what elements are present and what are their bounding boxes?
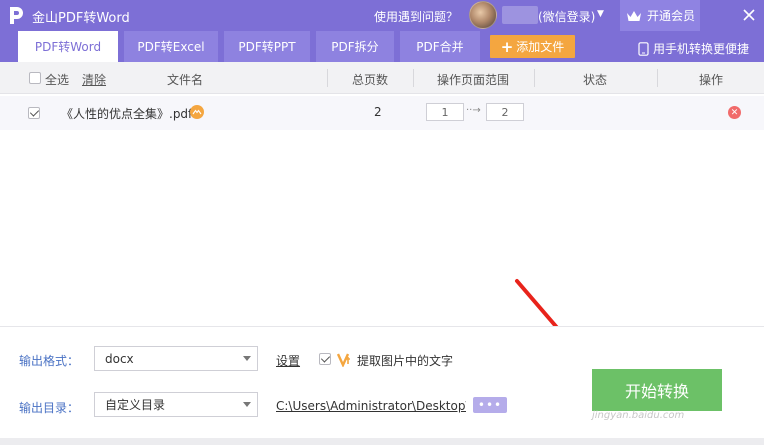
tab-pdf-merge[interactable]: PDF合并 — [400, 31, 480, 62]
chevron-down-icon[interactable]: ▼ — [597, 9, 604, 19]
app-title: 金山PDF转Word — [32, 11, 130, 26]
username-redacted — [502, 6, 538, 24]
vip-button[interactable]: 开通会员 — [620, 0, 700, 31]
range-arrow-icon: ··→ — [466, 105, 481, 116]
add-file-button[interactable]: + 添加文件 — [490, 35, 575, 58]
settings-link[interactable]: 设置 — [276, 352, 300, 369]
range-from-input[interactable]: 1 — [426, 103, 464, 121]
range-to-input[interactable]: 2 — [486, 103, 524, 121]
title-bar: 金山PDF转Word 使用遇到问题？ (微信登录) ▼ 开通会员 — [0, 0, 764, 31]
login-status[interactable]: (微信登录) — [538, 8, 595, 25]
column-divider — [327, 69, 328, 87]
output-path[interactable]: C:\Users\Administrator\Desktop\ — [276, 399, 466, 413]
start-convert-label: 开始转换 — [624, 382, 689, 401]
plus-icon: + — [500, 37, 514, 56]
output-dir-label: 输出目录： — [19, 401, 80, 415]
output-format-label: 输出格式： — [19, 354, 80, 368]
phone-icon — [638, 41, 649, 56]
vip-label: 开通会员 — [647, 9, 696, 23]
footer-strip — [0, 438, 764, 445]
row-filename: 《人性的优点全集》.pdf — [61, 107, 193, 121]
start-convert-button[interactable]: 开始转换 — [592, 369, 722, 411]
chevron-down-icon — [243, 356, 251, 361]
app-logo-icon — [10, 7, 23, 24]
add-file-label: 添加文件 — [516, 40, 565, 54]
column-divider — [657, 69, 658, 87]
select-all-checkbox[interactable] — [29, 72, 41, 84]
mobile-convert-link[interactable]: 用手机转换更便捷 — [638, 40, 749, 57]
file-table-header: 全选 清除 文件名 总页数 操作页面范围 状态 操作 — [0, 62, 764, 94]
output-format-select[interactable]: docx — [94, 346, 258, 371]
chevron-down-icon — [243, 402, 251, 407]
tab-pdf-to-excel[interactable]: PDF转Excel — [124, 31, 218, 62]
column-header-pages: 总页数 — [352, 73, 389, 87]
mobile-link-label: 用手机转换更便捷 — [653, 42, 750, 56]
row-page-count: 2 — [374, 105, 382, 119]
tab-bar: PDF转Word PDF转Excel PDF转PPT PDF拆分 PDF合并 +… — [0, 31, 764, 62]
help-link[interactable]: 使用遇到问题？ — [374, 8, 458, 25]
ocr-checkbox[interactable] — [319, 353, 331, 365]
column-header-action: 操作 — [699, 73, 724, 87]
watermark: jingyan.baidu.com — [592, 410, 685, 421]
row-checkbox[interactable] — [28, 107, 40, 119]
tab-pdf-to-word[interactable]: PDF转Word — [18, 31, 118, 62]
tab-pdf-split[interactable]: PDF拆分 — [316, 31, 394, 62]
column-header-range: 操作页面范围 — [437, 73, 510, 87]
output-dir-value: 自定义目录 — [105, 398, 166, 412]
close-icon[interactable] — [740, 6, 758, 24]
output-format-value: docx — [105, 351, 134, 366]
clear-link[interactable]: 清除 — [82, 71, 106, 88]
column-divider — [534, 69, 535, 87]
remove-file-icon[interactable]: ✕ — [728, 106, 741, 119]
column-header-filename: 文件名 — [167, 73, 204, 87]
browse-button[interactable]: ••• — [473, 397, 507, 413]
ocr-label: 提取图片中的文字 — [357, 354, 454, 368]
crown-icon — [627, 10, 641, 21]
tab-pdf-to-ppt[interactable]: PDF转PPT — [224, 31, 310, 62]
vip-badge-icon — [337, 353, 350, 367]
output-dir-select[interactable]: 自定义目录 — [94, 392, 258, 417]
pdf-file-icon — [190, 105, 204, 119]
avatar[interactable] — [469, 1, 497, 29]
column-divider — [413, 69, 414, 87]
column-header-status: 状态 — [583, 73, 608, 87]
table-row[interactable]: 《人性的优点全集》.pdf 2 1 ··→ 2 — [0, 96, 764, 130]
select-all-label: 全选 — [45, 73, 70, 87]
